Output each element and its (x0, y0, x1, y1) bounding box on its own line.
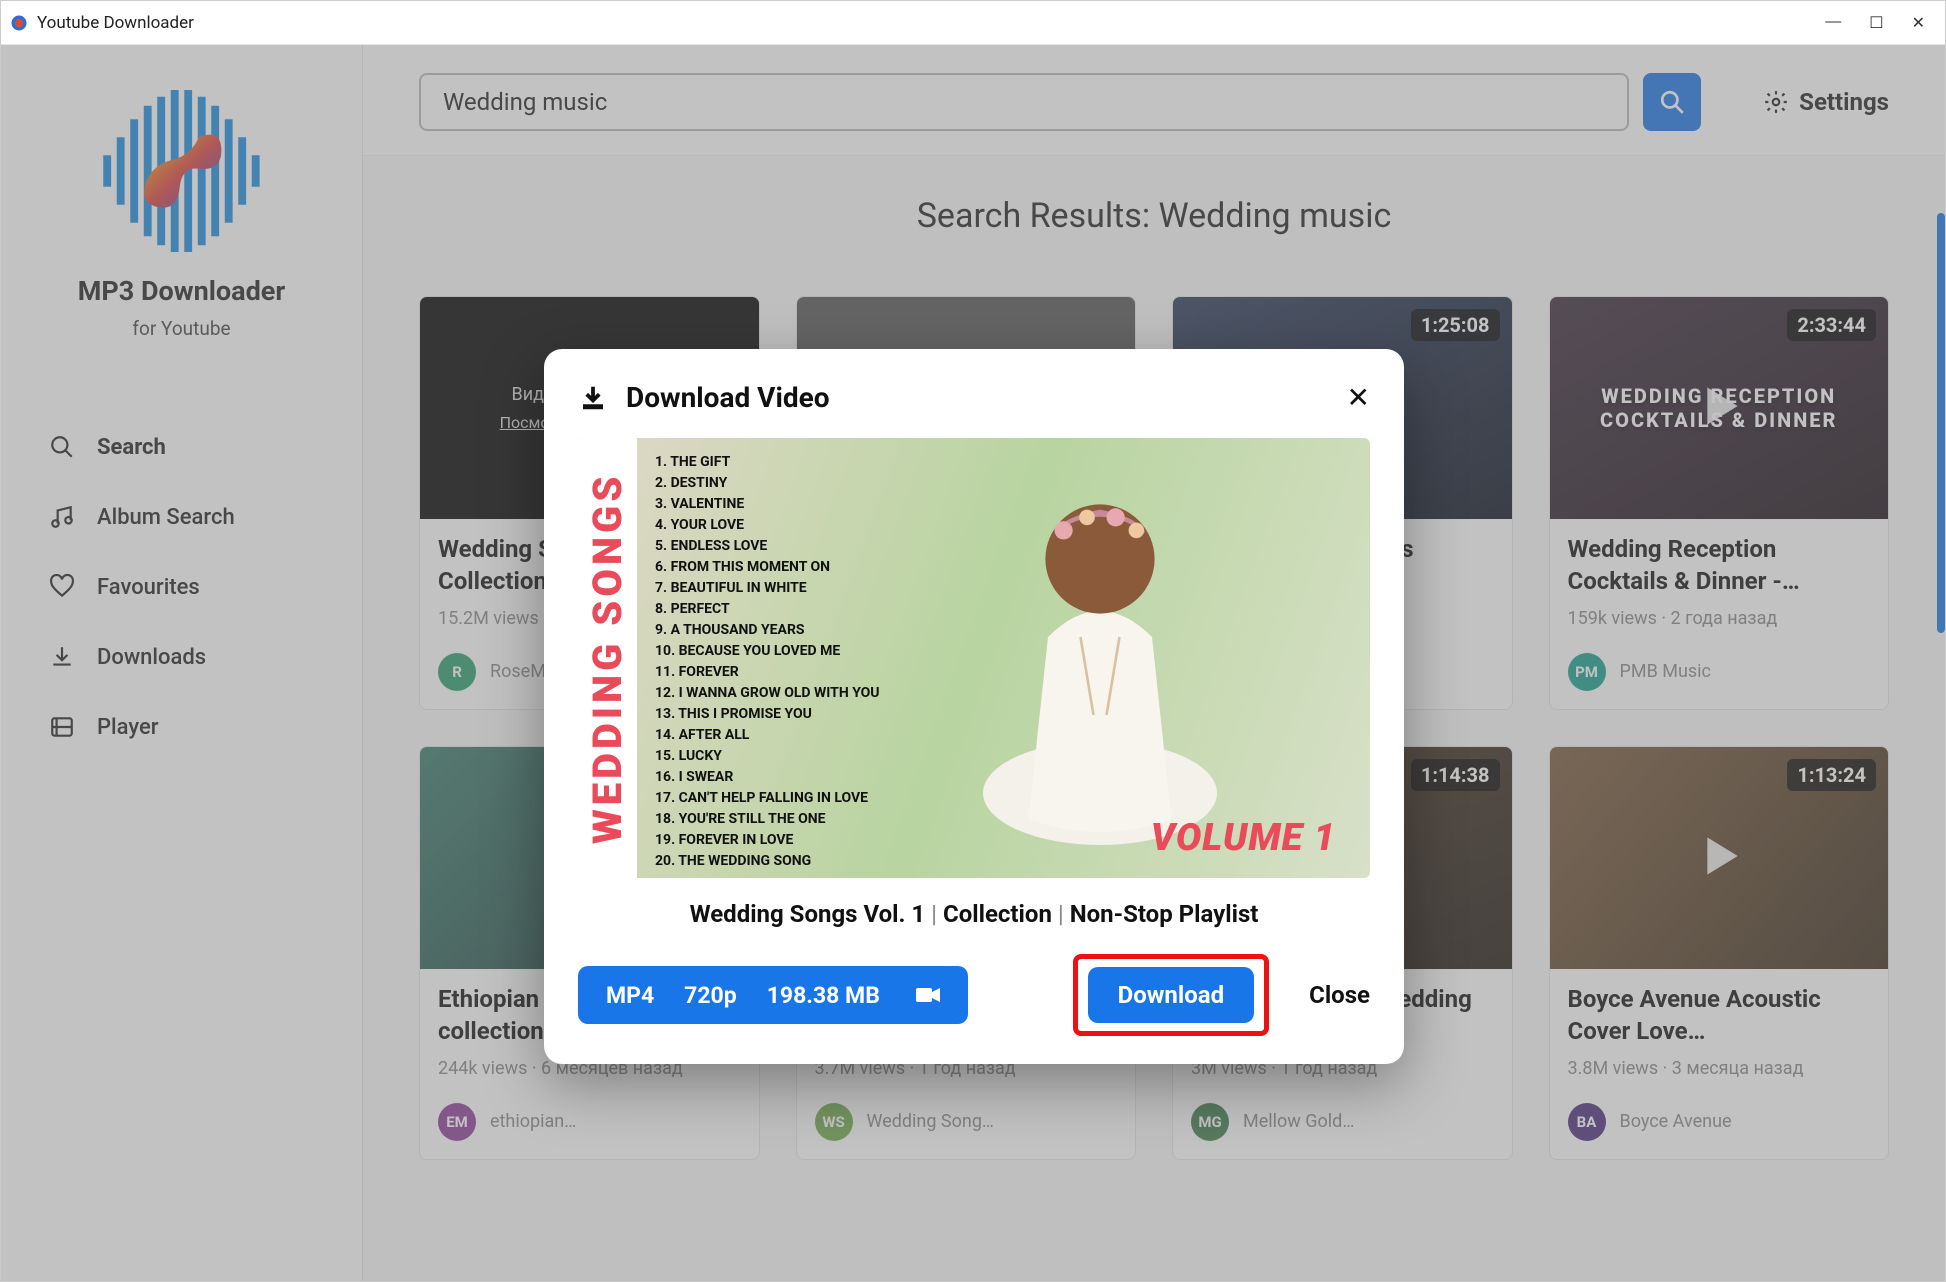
size-label: 198.38 MB (767, 982, 880, 1009)
image-side-label: WEDDING SONGS (578, 438, 637, 878)
app-logo-icon (9, 13, 29, 33)
image-volume-label: VOLUME 1 (1151, 816, 1336, 860)
app-window: Youtube Downloader — ☐ ✕ (0, 0, 1946, 1282)
modal-close-button[interactable]: ✕ (1347, 381, 1370, 414)
download-icon (578, 383, 608, 413)
video-camera-icon (916, 986, 940, 1004)
close-window-button[interactable]: ✕ (1912, 13, 1925, 33)
maximize-button[interactable]: ☐ (1869, 13, 1883, 33)
quality-label: 720p (684, 982, 737, 1009)
download-modal: Download Video ✕ WEDDING SONGS 1. THE GI… (544, 349, 1404, 1064)
window-controls: — ☐ ✕ (1825, 13, 1937, 33)
app-body: MP3 Downloader for Youtube Search Album … (1, 45, 1945, 1281)
modal-subtitle: Wedding Songs Vol. 1 | Collection | Non-… (578, 900, 1370, 928)
format-selector-button[interactable]: MP4 720p 198.38 MB (578, 966, 968, 1024)
modal-preview-image: WEDDING SONGS 1. THE GIFT2. DESTINY3. VA… (578, 438, 1370, 878)
format-label: MP4 (606, 982, 654, 1009)
titlebar: Youtube Downloader — ☐ ✕ (1, 1, 1945, 45)
modal-title: Download Video (626, 381, 830, 414)
minimize-button[interactable]: — (1825, 13, 1841, 33)
bride-illustration (970, 450, 1230, 850)
titlebar-title: Youtube Downloader (37, 13, 1825, 33)
download-button-highlight: Download (1073, 954, 1269, 1036)
close-link[interactable]: Close (1309, 981, 1370, 1009)
download-button[interactable]: Download (1088, 967, 1254, 1023)
